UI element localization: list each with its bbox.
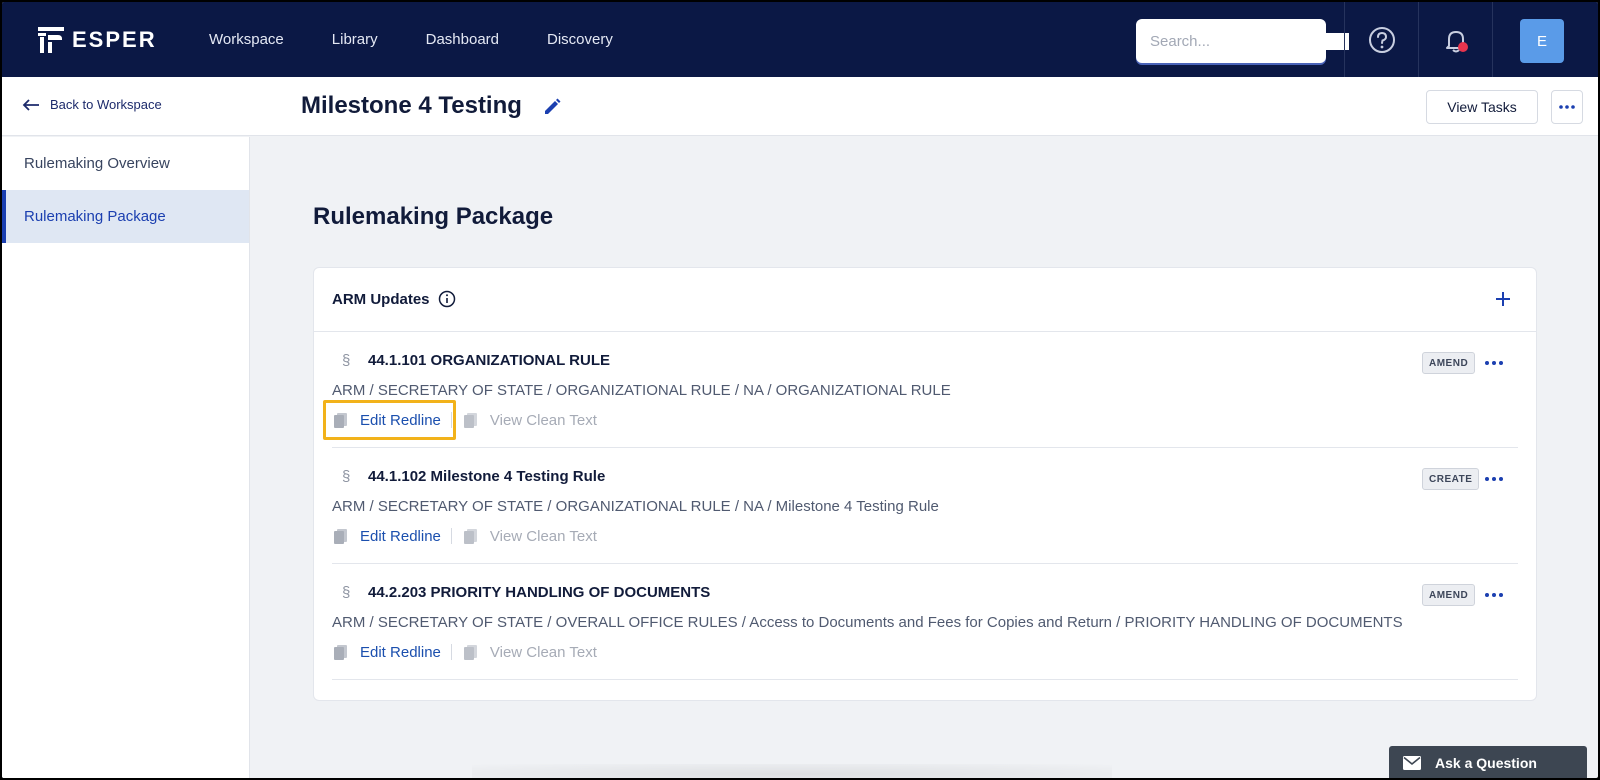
main-nav: Workspace Library Dashboard Discovery [209, 2, 661, 77]
help-icon[interactable] [1366, 24, 1398, 56]
status-badge: AMEND [1422, 352, 1476, 374]
nav-discovery[interactable]: Discovery [547, 31, 613, 48]
document-icon [463, 529, 477, 544]
rule-title: 44.2.203 PRIORITY HANDLING OF DOCUMENTS [368, 584, 711, 601]
document-icon [463, 645, 477, 660]
back-to-workspace-link[interactable]: Back to Workspace [22, 97, 162, 112]
section-title: Rulemaking Package [313, 203, 554, 230]
plus-icon[interactable] [1492, 288, 1514, 310]
document-icon [334, 413, 347, 428]
nav-workspace[interactable]: Workspace [209, 31, 284, 48]
rule-title: 44.1.101 ORGANIZATIONAL RULE [368, 352, 610, 369]
action-divider [450, 528, 452, 544]
notification-dot [1458, 42, 1468, 52]
search-input[interactable] [1150, 32, 1349, 50]
sidebar-item-rulemaking-overview[interactable]: Rulemaking Overview [2, 137, 249, 190]
document-icon [463, 413, 477, 428]
more-dots-icon[interactable] [1482, 586, 1506, 604]
card-title-text: ARM Updates [332, 290, 430, 308]
rule-title: 44.1.102 Milestone 4 Testing Rule [368, 468, 606, 485]
rule-row: § 44.1.102 Milestone 4 Testing Rule CREA… [332, 448, 1518, 564]
action-divider [450, 644, 452, 660]
search-box [1136, 19, 1349, 63]
top-navbar: ESPER Workspace Library Dashboard Discov… [2, 2, 1598, 77]
rule-path: ARM / SECRETARY OF STATE / ORGANIZATIONA… [332, 382, 951, 399]
sidebar: Rulemaking Overview Rulemaking Package [2, 137, 250, 778]
section-symbol: § [342, 352, 351, 369]
more-dots-icon [1559, 105, 1575, 109]
bell-icon[interactable] [1440, 24, 1472, 56]
user-avatar[interactable]: E [1520, 19, 1564, 63]
section-symbol: § [342, 468, 351, 485]
rule-actions: Edit Redline View Clean Text [332, 642, 597, 662]
rule-row: § 44.2.203 PRIORITY HANDLING OF DOCUMENT… [332, 564, 1518, 680]
edit-redline-button[interactable]: Edit Redline [332, 643, 441, 661]
rule-actions: Edit Redline View Clean Text [323, 400, 597, 440]
rule-path: ARM / SECRETARY OF STATE / ORGANIZATIONA… [332, 498, 939, 515]
sidebar-item-rulemaking-package[interactable]: Rulemaking Package [2, 190, 249, 243]
brand-name: ESPER [72, 27, 157, 52]
pencil-icon[interactable] [542, 97, 562, 117]
arrow-left-icon [22, 98, 39, 111]
esper-logo[interactable]: ESPER [36, 26, 157, 54]
view-clean-text-label: View Clean Text [489, 411, 597, 429]
rule-path: ARM / SECRETARY OF STATE / OVERALL OFFIC… [332, 614, 1403, 631]
section-symbol: § [342, 584, 351, 601]
nav-divider [1418, 2, 1419, 77]
nav-dashboard[interactable]: Dashboard [426, 31, 499, 48]
nav-library[interactable]: Library [332, 31, 378, 48]
status-badge: CREATE [1422, 468, 1480, 490]
status-badge: AMEND [1422, 584, 1476, 606]
view-tasks-button[interactable]: View Tasks [1426, 90, 1538, 124]
edit-redline-label: Edit Redline [360, 643, 441, 661]
edit-redline-label: Edit Redline [360, 411, 441, 429]
nav-divider [1344, 2, 1345, 77]
info-icon[interactable] [438, 290, 456, 308]
scroll-shadow [472, 764, 1112, 778]
page-title: Milestone 4 Testing [301, 92, 522, 119]
nav-divider [1492, 2, 1493, 77]
view-clean-text-button[interactable]: View Clean Text [462, 643, 597, 661]
app-window: ESPER Workspace Library Dashboard Discov… [2, 2, 1598, 778]
ask-a-question-label: Ask a Question [1435, 755, 1537, 771]
page-header: Back to Workspace Milestone 4 Testing Vi… [2, 77, 1598, 136]
edit-redline-button[interactable]: Edit Redline [332, 411, 441, 429]
view-clean-text-button[interactable]: View Clean Text [462, 527, 597, 545]
edit-redline-button[interactable]: Edit Redline [332, 527, 441, 545]
rule-row: § 44.1.101 ORGANIZATIONAL RULE AMEND ARM… [323, 332, 1518, 448]
document-icon [334, 645, 347, 660]
card-title: ARM Updates [332, 290, 456, 308]
edit-redline-label: Edit Redline [360, 527, 441, 545]
more-dots-icon[interactable] [1482, 354, 1506, 372]
ask-a-question-button[interactable]: Ask a Question [1389, 746, 1587, 778]
header-more-button[interactable] [1551, 90, 1583, 124]
document-icon [334, 529, 347, 544]
action-divider [450, 412, 452, 428]
mail-icon [1403, 756, 1421, 770]
card-header: ARM Updates [314, 268, 1536, 332]
view-clean-text-button[interactable]: View Clean Text [462, 411, 597, 429]
esper-logo-icon [38, 27, 64, 53]
rule-actions: Edit Redline View Clean Text [332, 526, 597, 546]
more-dots-icon[interactable] [1482, 470, 1506, 488]
view-clean-text-label: View Clean Text [489, 527, 597, 545]
view-clean-text-label: View Clean Text [489, 643, 597, 661]
back-link-label: Back to Workspace [50, 97, 162, 112]
arm-updates-card: ARM Updates § 44.1.101 ORGANIZATIONAL RU… [313, 267, 1537, 701]
